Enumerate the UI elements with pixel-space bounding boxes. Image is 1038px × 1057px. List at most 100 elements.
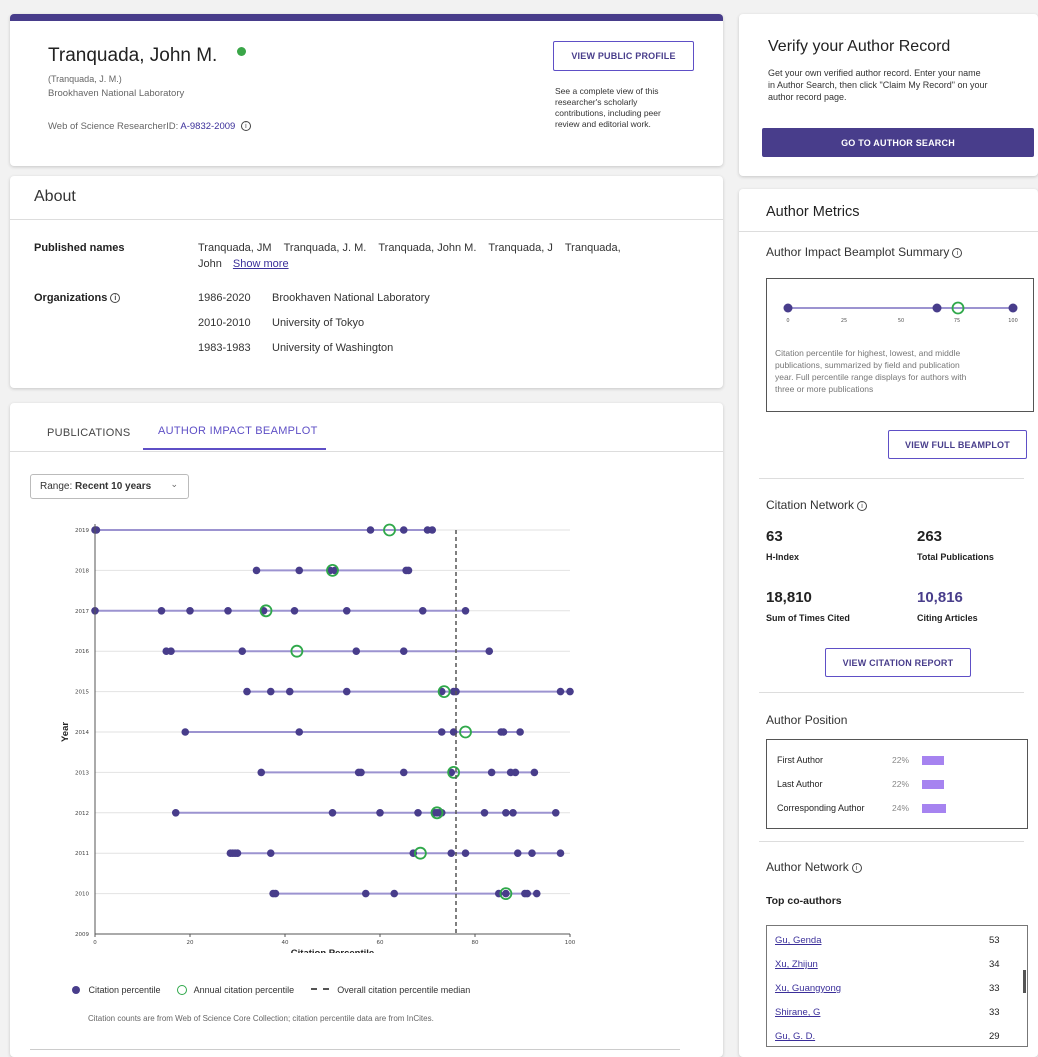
tab-author-impact-beamplot[interactable]: AUTHOR IMPACT BEAMPLOT: [158, 425, 318, 437]
coauthor-count: 34: [989, 959, 1000, 970]
info-icon[interactable]: i: [851, 863, 862, 873]
scrollbar-thumb[interactable]: [1023, 970, 1026, 993]
citation-point: [366, 526, 375, 534]
published-names-label: Published names: [34, 242, 125, 254]
divider: [759, 478, 1024, 479]
beamplot-card: PUBLICATIONS AUTHOR IMPACT BEAMPLOT Rang…: [10, 403, 723, 1057]
citation-point: [461, 607, 470, 615]
citation-point: [556, 687, 565, 696]
citation-point: [238, 647, 247, 655]
view-public-profile-button[interactable]: VIEW PUBLIC PROFILE: [553, 41, 694, 71]
view-full-beamplot-button[interactable]: VIEW FULL BEAMPLOT: [888, 430, 1027, 459]
citation-point: [266, 849, 275, 857]
annual-percentile-marker: [290, 644, 304, 658]
info-icon[interactable]: i: [857, 501, 868, 511]
summary-tick-label: 0: [786, 318, 789, 324]
citation-point: [295, 566, 304, 575]
citation-point: [390, 889, 399, 898]
annual-percentile-marker: [383, 523, 396, 537]
year-tick-label: 2009: [75, 932, 89, 938]
annual-percentile-marker: [459, 725, 472, 739]
year-tick-label: 2018: [75, 568, 89, 574]
org-years: 1986-2020: [198, 292, 251, 304]
author-network-title: Author Network i: [766, 860, 862, 874]
citation-point: [480, 809, 489, 817]
citation-point: [167, 647, 175, 655]
coauthor-link[interactable]: Xu, Zhijun: [775, 959, 818, 970]
annual-percentile-marker: [259, 604, 273, 618]
coauthor-list[interactable]: Gu, Genda 53 Xu, Zhijun 34 Xu, Guangyong…: [766, 925, 1028, 1047]
summary-point: [932, 303, 942, 313]
coauthor-link[interactable]: Xu, Guangyong: [775, 983, 841, 994]
range-select[interactable]: Range: Recent 10 years ⌄: [30, 474, 189, 499]
coauthor-link[interactable]: Gu, G. D.: [775, 1031, 815, 1042]
summary-point: [783, 303, 793, 313]
citation-point: [511, 768, 520, 777]
info-icon[interactable]: i: [952, 248, 963, 258]
researcher-id-link[interactable]: A-9832-2009: [180, 121, 235, 132]
coauthor-count: 33: [989, 1007, 1000, 1018]
citation-point: [328, 809, 337, 817]
info-icon[interactable]: i: [110, 293, 121, 303]
citation-point: [399, 768, 408, 777]
tab-publications[interactable]: PUBLICATIONS: [47, 427, 130, 439]
annual-percentile-marker: [430, 806, 444, 820]
profile-card: Tranquada, John M. (Tranquada, J. M.) Br…: [10, 14, 723, 166]
view-citation-report-button[interactable]: VIEW CITATION REPORT: [825, 648, 971, 677]
public-profile-description: See a complete view of this researcher's…: [555, 86, 661, 129]
active-tab-indicator: [143, 448, 326, 450]
citation-point: [414, 809, 422, 817]
beamplot-summary-title: Author Impact Beamplot Summary i: [766, 245, 963, 259]
info-icon[interactable]: i: [240, 121, 251, 131]
verify-description: Get your own verified author record. Ent…: [768, 68, 988, 102]
annual-percentile-marker: [413, 846, 427, 860]
legend-annual-label: Annual citation percentile: [193, 985, 295, 995]
x-tick-label: 80: [472, 940, 479, 946]
citation-point: [487, 768, 496, 777]
position-label: Corresponding Author: [777, 803, 865, 813]
citation-point: [499, 728, 508, 736]
citation-point: [418, 607, 427, 615]
show-more-link[interactable]: Show more: [233, 258, 289, 270]
beamplot-chart: 2019201820172016201520142013201220112010…: [60, 523, 576, 953]
citing-articles-link[interactable]: 10,816: [917, 589, 963, 606]
legend-citation-marker: [72, 986, 80, 994]
citation-point: [447, 849, 456, 857]
author-metrics-card: Author Metrics Author Impact Beamplot Su…: [739, 189, 1038, 1057]
citation-point: [342, 607, 351, 615]
position-label: First Author: [777, 755, 824, 765]
citation-point: [352, 647, 361, 655]
go-to-author-search-button[interactable]: GO TO AUTHOR SEARCH: [762, 128, 1034, 157]
coauthor-link[interactable]: Gu, Genda: [775, 935, 821, 946]
legend-citation-label: Citation percentile: [88, 985, 161, 995]
x-tick-label: 0: [93, 940, 97, 946]
citation-point: [252, 566, 261, 575]
x-tick-label: 60: [377, 940, 384, 946]
citation-point: [285, 687, 294, 696]
citation-point: [509, 809, 517, 817]
coauthor-link[interactable]: Shirane, G: [775, 1007, 820, 1018]
citation-point: [437, 728, 446, 736]
about-title: About: [34, 188, 76, 205]
citation-network-title: Citation Network i: [766, 498, 868, 512]
x-axis-label: Citation Percentile: [291, 948, 374, 953]
times-cited-value: 18,810: [766, 589, 812, 606]
citation-point: [532, 889, 541, 898]
position-percent: 22%: [892, 779, 910, 789]
annual-percentile-marker: [437, 685, 451, 699]
chart-legend: Citation percentile Annual citation perc…: [72, 985, 470, 995]
beamplot-summary-box: 0 25 50 75 100 Citation percentile for h…: [766, 278, 1034, 412]
verify-card: Verify your Author Record Get your own v…: [739, 14, 1038, 176]
citation-point: [342, 687, 351, 696]
year-tick-label: 2010: [75, 892, 89, 898]
divider: [739, 231, 1038, 232]
total-publications-value: 263: [917, 528, 943, 545]
citation-point: [290, 607, 299, 615]
citing-articles-label: Citing Articles: [917, 613, 978, 623]
beamplot-summary-chart: 0 25 50 75 100: [783, 301, 1018, 324]
year-tick-label: 2014: [75, 730, 89, 736]
summary-point: [1008, 303, 1018, 313]
year-tick-label: 2015: [75, 690, 89, 696]
citation-point: [502, 809, 510, 817]
citation-point: [528, 849, 536, 857]
